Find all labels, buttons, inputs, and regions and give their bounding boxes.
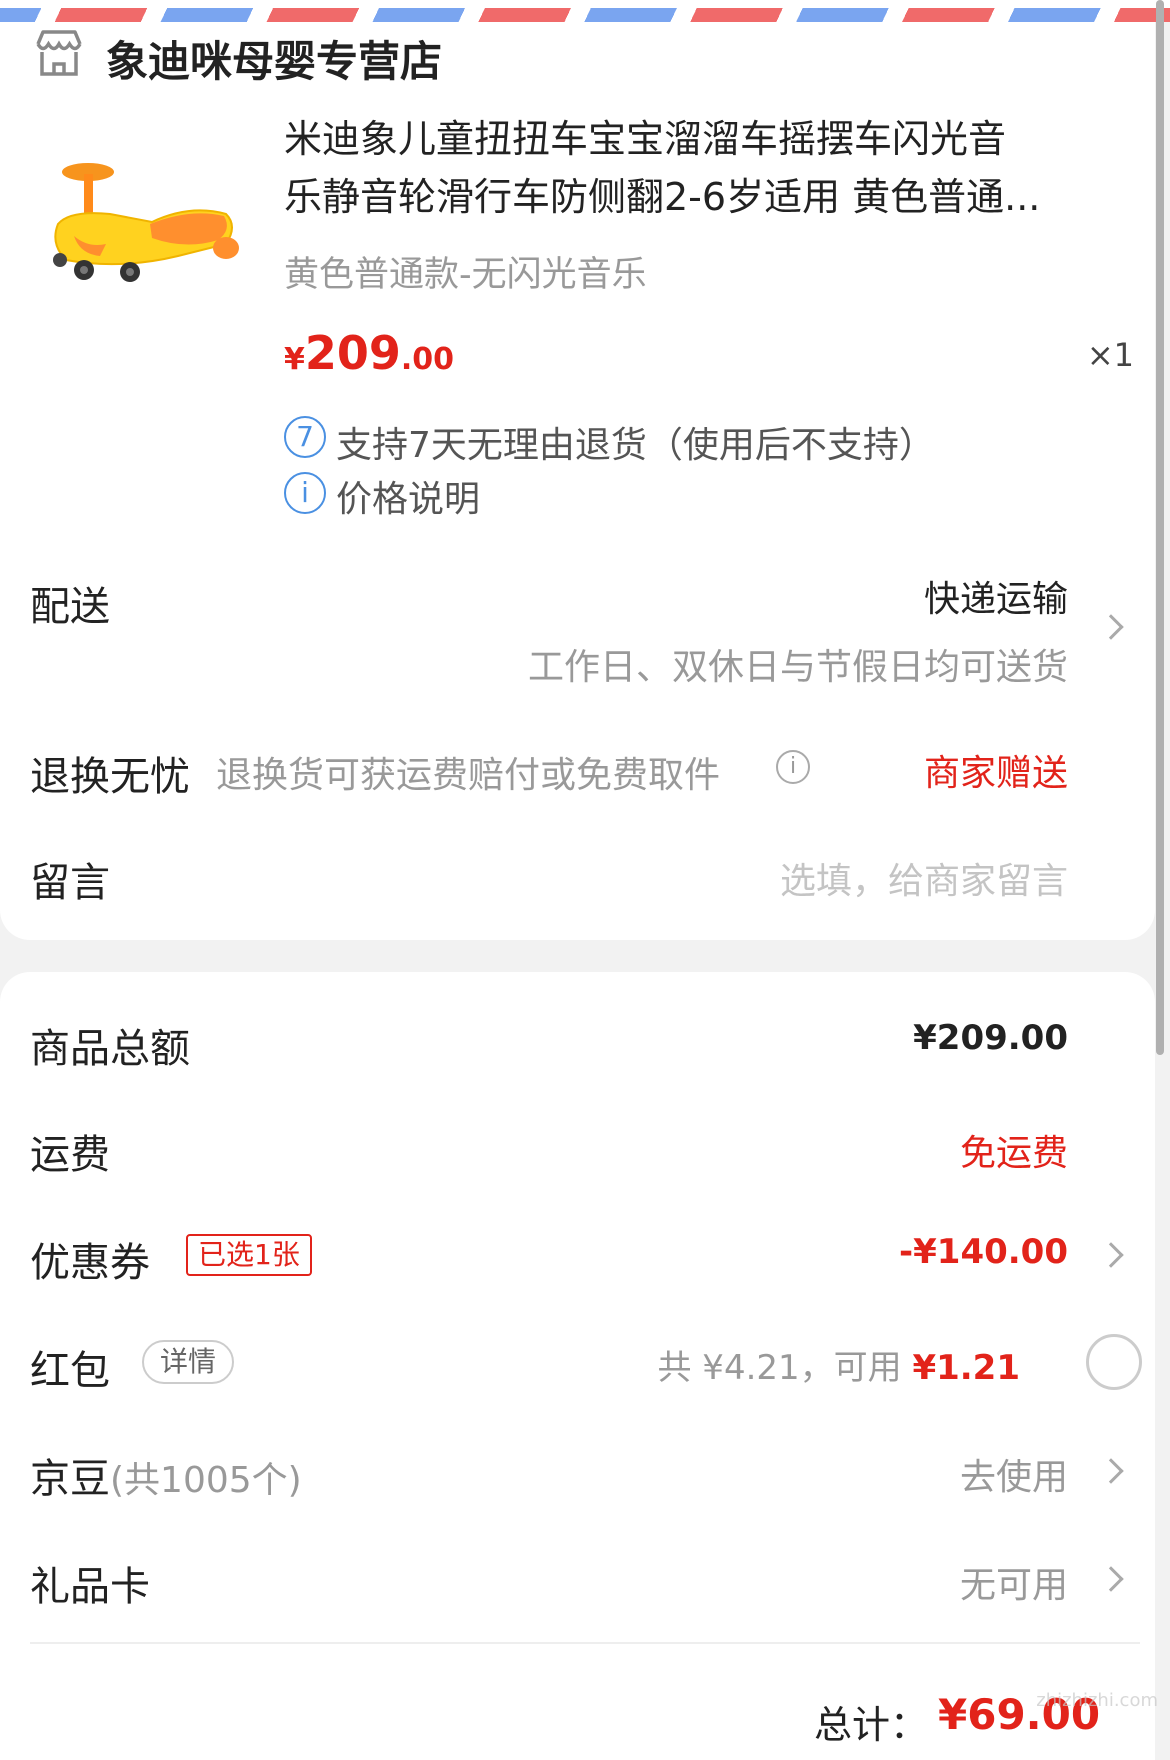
- shipping-value: 免运费: [959, 1133, 1068, 1174]
- jingdou-label: 京豆(共1005个): [30, 1446, 302, 1504]
- redpacket-total: 共 ¥4.21，可用: [657, 1348, 913, 1388]
- giftcard-label: 礼品卡: [30, 1564, 150, 1610]
- price-integer: 209: [304, 326, 401, 380]
- redpacket-details-button[interactable]: 详情: [142, 1340, 235, 1384]
- scrollbar[interactable]: [1156, 0, 1164, 1055]
- goods-total-value: ¥209.00: [913, 1018, 1068, 1058]
- price-currency: ¥: [284, 342, 305, 377]
- jingdou-label-text: 京豆: [30, 1456, 110, 1502]
- price-decimal: .00: [400, 342, 455, 377]
- delivery-note: 工作日、双休日与节假日均可送货: [527, 647, 1068, 688]
- summary-divider: [30, 1642, 1140, 1644]
- redpacket-radio[interactable]: [1086, 1334, 1142, 1390]
- product-variant: 黄色普通款-无闪光音乐: [284, 255, 647, 295]
- store-icon: [36, 30, 82, 76]
- price-info-icon: i: [284, 472, 326, 514]
- goods-total-label: 商品总额: [30, 1026, 190, 1072]
- message-input[interactable]: 选填，给商家留言: [780, 852, 1068, 904]
- redpacket-label: 红包: [30, 1348, 110, 1394]
- product-price: ¥209.00: [284, 326, 454, 380]
- delivery-method[interactable]: 快递运输: [924, 570, 1068, 622]
- product-title-line1[interactable]: 米迪象儿童扭扭车宝宝溜溜车摇摆车闪光音: [284, 108, 1124, 163]
- message-label: 留言: [30, 860, 110, 906]
- delivery-label: 配送: [30, 584, 110, 630]
- shipping-label: 运费: [30, 1132, 110, 1178]
- return-worry-free-desc: 退换货可获运费赔付或免费取件: [216, 755, 721, 796]
- service-return-text[interactable]: 支持7天无理由退货（使用后不支持）: [336, 416, 935, 468]
- product-quantity: ×1: [1086, 336, 1134, 374]
- coupon-value[interactable]: -¥140.00: [899, 1232, 1068, 1272]
- price-explanation-link[interactable]: 价格说明: [336, 470, 480, 522]
- coupon-label: 优惠券: [30, 1240, 150, 1286]
- watermark-text: zhizhizhi.com: [1036, 1690, 1158, 1711]
- product-title-line2[interactable]: 乐静音轮滑行车防侧翻2-6岁适用 黄色普通...: [284, 166, 1124, 221]
- jingdou-count: (共1005个): [110, 1460, 302, 1501]
- return-worry-free-label: 退换无忧: [30, 754, 190, 800]
- total-label: 总计：: [814, 1703, 929, 1747]
- giftcard-status[interactable]: 无可用: [960, 1556, 1068, 1608]
- coupon-selected-tag: 已选1张: [186, 1234, 312, 1276]
- redpacket-info: 共 ¥4.21，可用 ¥1.21: [658, 1340, 1021, 1389]
- redpacket-available: ¥1.21: [912, 1348, 1020, 1388]
- product-thumbnail[interactable]: [40, 152, 250, 312]
- airmail-stripe: [0, 0, 1170, 22]
- return-worry-free-status: 商家赠送: [923, 753, 1068, 794]
- store-name[interactable]: 象迪咪母婴专营店: [106, 28, 442, 89]
- seven-day-return-icon: 7: [284, 416, 326, 458]
- jingdou-use-link[interactable]: 去使用: [960, 1448, 1068, 1500]
- return-info-icon[interactable]: i: [776, 750, 810, 784]
